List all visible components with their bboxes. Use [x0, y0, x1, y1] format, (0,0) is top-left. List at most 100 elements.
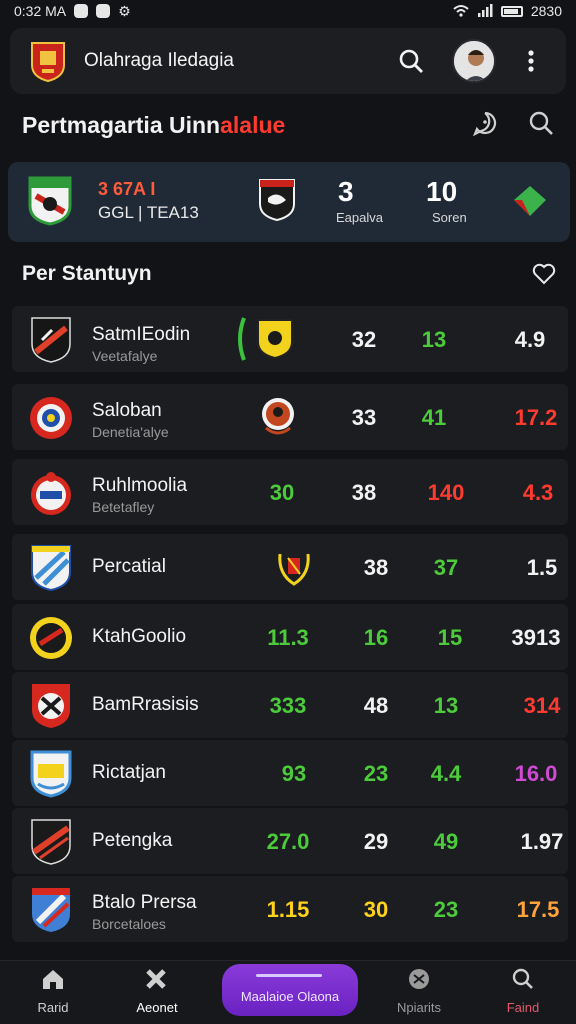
nav-home[interactable]: Rarid	[8, 967, 98, 1015]
nav-center-button[interactable]: Maalaioe Olaona	[222, 964, 358, 1016]
team-crest-icon	[32, 684, 70, 728]
standings-row[interactable]: Btalo Prersa Borcetaloes 1.15 30 23 17.5	[12, 876, 568, 942]
laurel-badge-icon	[278, 553, 310, 586]
team-name: KtahGoolio	[92, 626, 187, 647]
search-icon	[512, 968, 533, 989]
team-crest-icon	[31, 819, 71, 865]
nav-fifth[interactable]: Faind	[478, 967, 568, 1015]
match-team2-label: GGL | TEA13	[98, 203, 199, 222]
search-icon	[399, 49, 423, 73]
app-logo-icon	[31, 42, 65, 83]
search-icon-secondary[interactable]	[528, 110, 554, 136]
stat-3: 140	[427, 480, 465, 505]
stat-1: 333	[269, 693, 307, 718]
avatar[interactable]	[452, 39, 496, 83]
team-name: Btalo Prersa	[92, 892, 197, 913]
search-button[interactable]	[394, 44, 428, 78]
app-title: Olahraga Iledagia	[84, 50, 234, 71]
tools-icon	[146, 969, 166, 989]
nav-fifth-label: Faind	[506, 1000, 540, 1015]
team-crest-icon	[32, 888, 70, 932]
stat-3: 15	[437, 625, 463, 650]
section-title-main: Pertmagartia Uinn	[22, 112, 221, 138]
standings-row[interactable]: SatmIEodin Veetafalye 32 13 4.9	[12, 306, 568, 372]
stat-2: 23	[363, 761, 389, 786]
stat-2: 38	[351, 480, 377, 505]
opponent-crest-icon	[259, 179, 295, 222]
match-team1-label: 3 67A I	[98, 179, 156, 199]
nav-second[interactable]: Aeonet	[112, 967, 202, 1015]
nav-fourth[interactable]: Npiarits	[374, 967, 464, 1015]
team-crest-icon	[31, 545, 71, 592]
home-icon	[43, 970, 63, 989]
stat-1: 11.3	[267, 625, 309, 650]
stat-2: 30	[363, 897, 389, 922]
stat-4: 1.5	[526, 555, 558, 580]
match-minute: 10	[426, 176, 458, 207]
stat-3: 37	[433, 555, 459, 580]
stat-3: 23	[433, 897, 459, 922]
chat-icon[interactable]	[472, 110, 498, 136]
team-crest-icon	[28, 176, 72, 226]
more-options-button[interactable]	[514, 44, 548, 78]
stat-3: 49	[433, 829, 459, 854]
stat-4: 1.97	[520, 829, 564, 854]
stat-2: 48	[363, 693, 389, 718]
stat-3: 13	[433, 693, 459, 718]
avatar-person-icon	[454, 41, 494, 81]
team-crest-icon	[30, 397, 72, 439]
stat-4: 4.9	[514, 327, 546, 352]
stat-4: 17.2	[514, 405, 558, 430]
team-name: SatmIEodin	[92, 324, 191, 345]
stat-1: 1.15	[266, 897, 310, 922]
match-minute-label: Soren	[432, 210, 467, 225]
standings-row[interactable]: Rictatjan 93 23 4.4 16.0	[12, 740, 568, 806]
match-score-label: Eapalva	[336, 210, 383, 225]
ball-icon	[409, 969, 429, 989]
notification-icon	[74, 4, 89, 18]
standings-row[interactable]: Petengka 27.0 29 49 1.97	[12, 808, 568, 874]
nav-second-label: Aeonet	[136, 1000, 178, 1015]
team-name: Percatial	[92, 556, 166, 577]
team-subtitle: Betetafley	[92, 499, 155, 515]
stat-4: 314	[523, 693, 561, 718]
team-name: Petengka	[92, 830, 173, 851]
stat-4: 3913	[511, 625, 561, 650]
standings-row[interactable]: Ruhlmoolia Betetafley 30 38 140 4.3	[12, 459, 568, 525]
wifi-icon	[453, 5, 469, 17]
team-name: Saloban	[92, 400, 162, 421]
team-subtitle: Veetafalye	[92, 348, 158, 364]
section-actions	[472, 110, 554, 136]
stat-2: 32	[351, 327, 377, 352]
status-time: 0:32 MA	[14, 3, 67, 19]
standings-row[interactable]: KtahGoolio 11.3 16 15 3913	[12, 604, 568, 670]
arrow-right-icon[interactable]	[508, 180, 550, 222]
team-subtitle: Borcetaloes	[92, 916, 166, 932]
app-header: Olahraga Iledagia	[10, 28, 566, 94]
stat-1: 27.0	[266, 829, 310, 854]
team-name: Ruhlmoolia	[92, 475, 188, 496]
status-bar: 0:32 MA ⚙ 2830	[0, 0, 576, 22]
stat-4: 4.3	[522, 480, 554, 505]
team-crest-icon	[30, 750, 72, 798]
section-title-accent: alalue	[220, 112, 286, 138]
standings-row[interactable]: Saloban Denetia'alye 33 41 17.2	[12, 384, 568, 450]
team-crest-icon	[31, 317, 71, 363]
favorite-icon[interactable]	[532, 262, 556, 286]
team-name: BamRrasisis	[92, 694, 199, 715]
team-crest-icon	[31, 472, 71, 515]
stat-3: 4.4	[430, 761, 462, 786]
signal-icon	[477, 4, 493, 17]
match-score: 3	[338, 176, 354, 207]
stat-2: 16	[363, 625, 389, 650]
stat-1: 93	[281, 761, 307, 786]
featured-match-card[interactable]: 3 67A I GGL | TEA13 3 Eapalva 10 Soren	[8, 162, 570, 242]
section-title: Pertmagartia Uinnalalue	[22, 112, 285, 139]
stat-2: 38	[363, 555, 389, 580]
standings-row[interactable]: Percatial 38 37 1.5	[12, 534, 568, 600]
club-badge-icon	[262, 398, 294, 435]
stat-3: 13	[421, 327, 447, 352]
standings-row[interactable]: BamRrasisis 333 48 13 314	[12, 672, 568, 738]
nav-home-label: Rarid	[37, 1000, 69, 1015]
status-right-text: 2830	[530, 3, 562, 19]
